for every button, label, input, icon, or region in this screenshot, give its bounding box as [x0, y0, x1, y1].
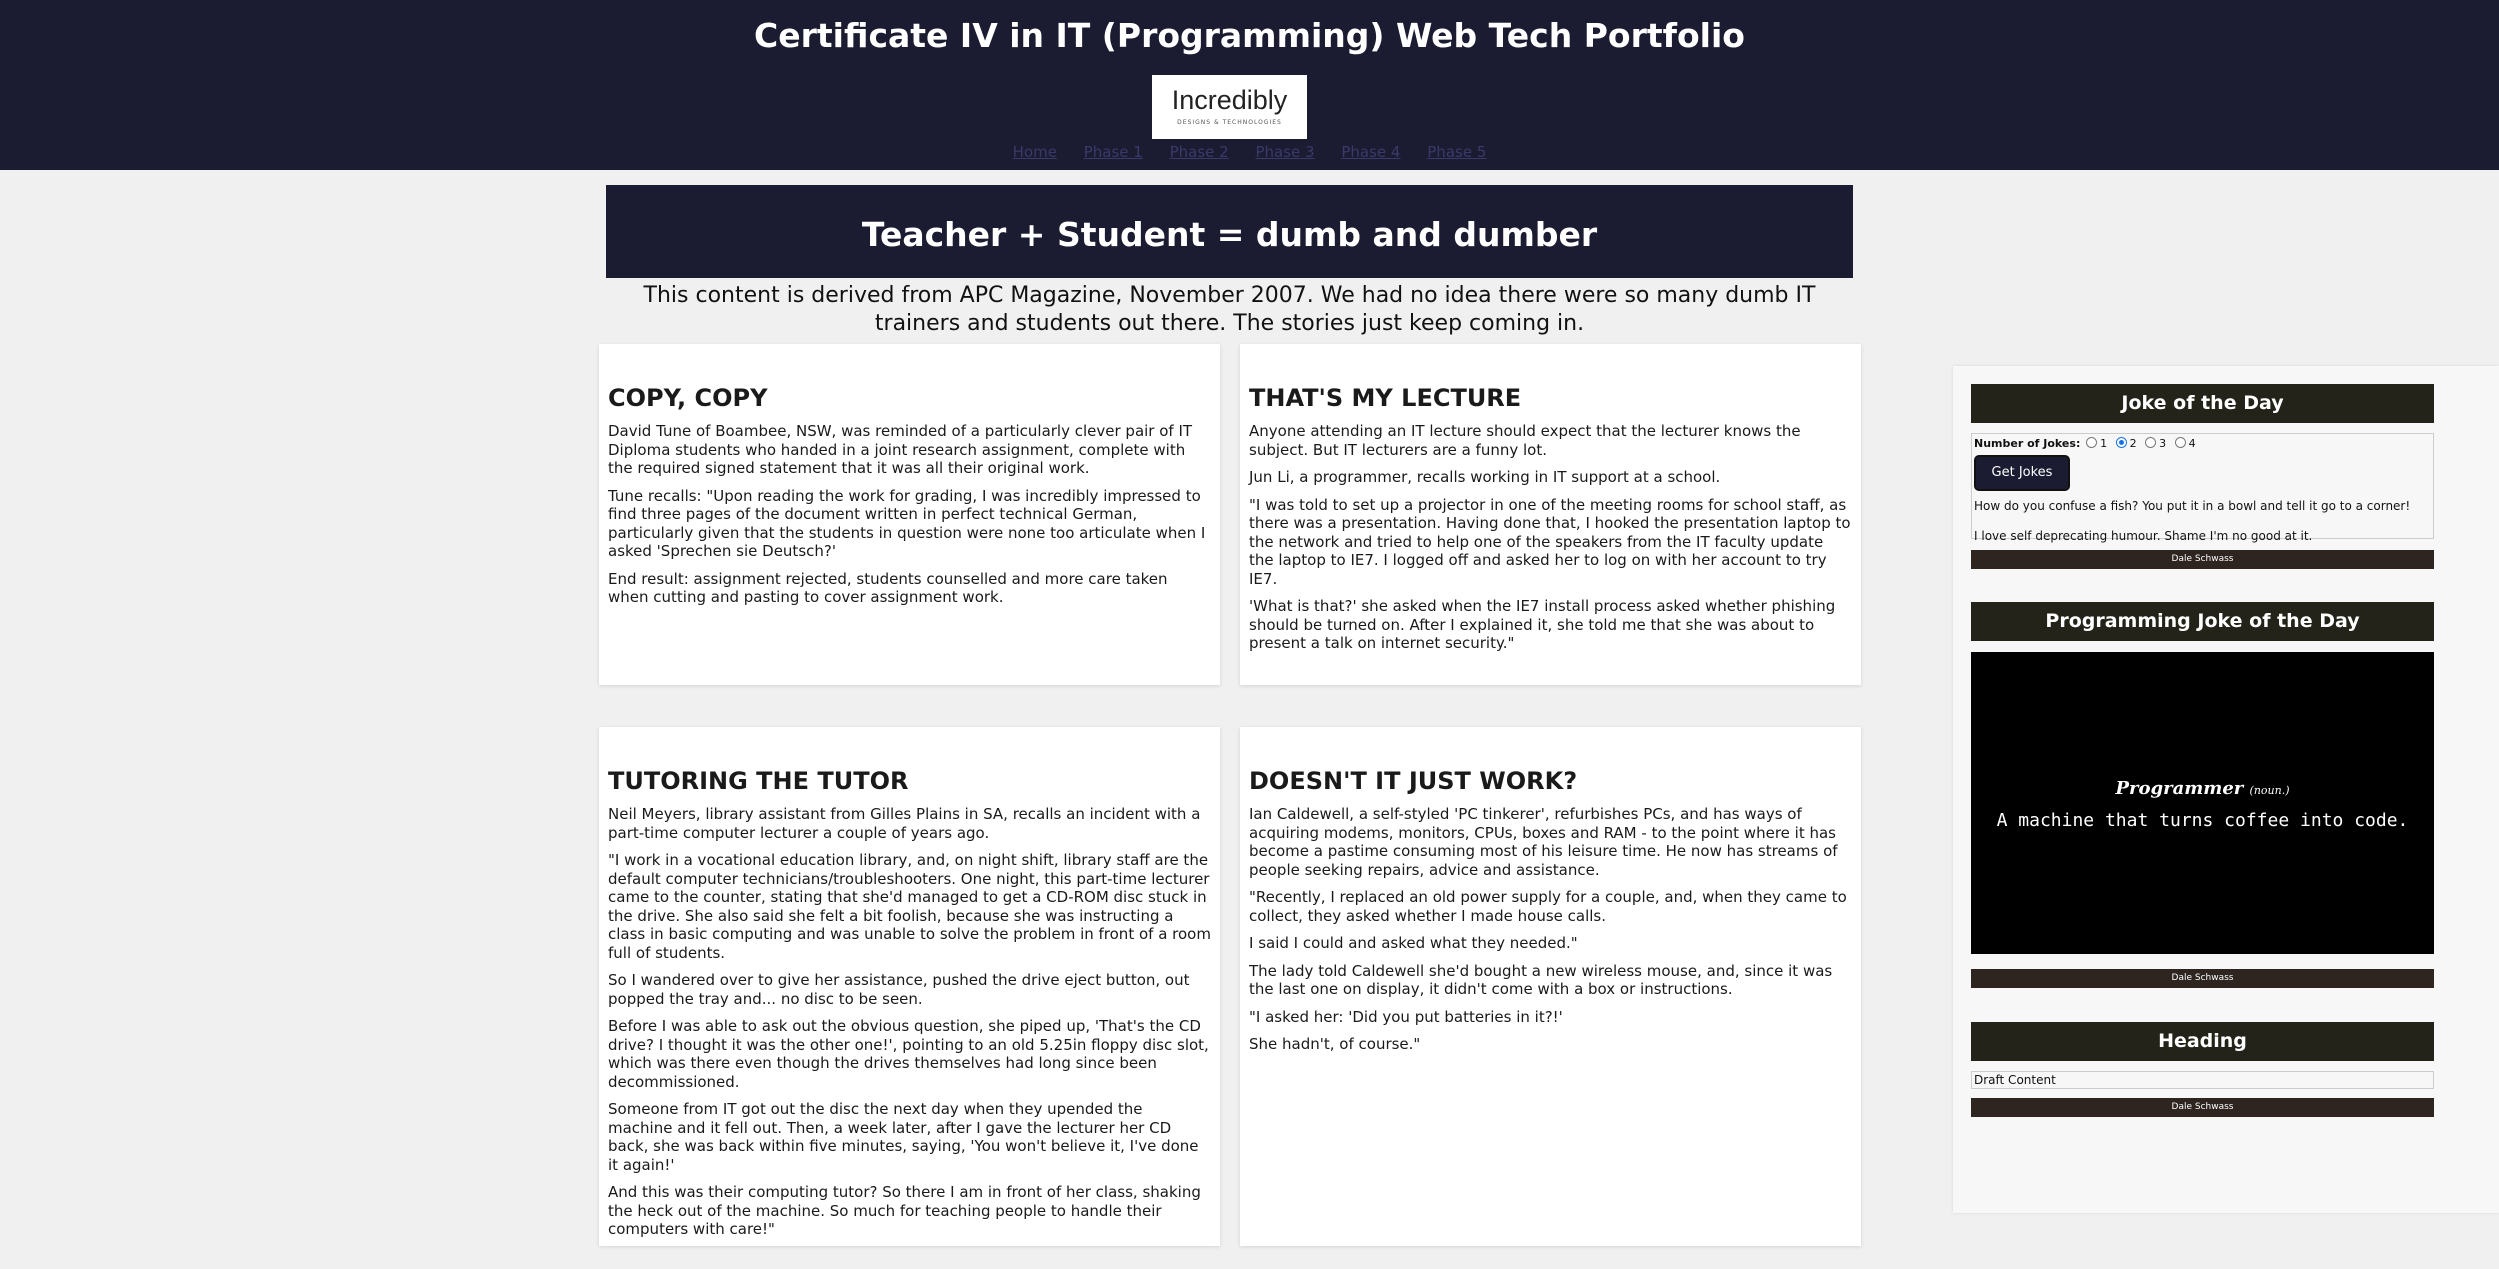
joke-count-option-1[interactable]: 1: [2084, 436, 2107, 451]
joke-count-options: 1 2 3 4: [2084, 436, 2199, 451]
story-paragraph: "I work in a vocational education librar…: [608, 851, 1211, 962]
nav-link-home[interactable]: Home: [1013, 143, 1057, 161]
nav-link-phase-4[interactable]: Phase 4: [1341, 143, 1400, 161]
page-intro: This content is derived from APC Magazin…: [643, 283, 1816, 336]
story-paragraph: Neil Meyers, library assistant from Gill…: [608, 805, 1201, 842]
prog-joke-term: Programmer: [2115, 778, 2244, 799]
prog-widget-footer: Dale Schwass: [1971, 969, 2434, 988]
story-heading: THAT'S MY LECTURE: [1249, 384, 1522, 412]
joke-count-label: Number of Jokes:: [1974, 437, 2081, 450]
joke-count-option-4[interactable]: 4: [2173, 436, 2196, 451]
site-title: Certificate IV in IT (Programming) Web T…: [754, 16, 1745, 55]
story-heading: DOESN'T IT JUST WORK?: [1249, 767, 1578, 795]
option-label: 3: [2159, 437, 2167, 450]
joke-text: I love self deprecating humour. Shame I'…: [1974, 529, 2313, 543]
page-title: Teacher + Student = dumb and dumber: [861, 215, 1598, 254]
radio-icon[interactable]: [2145, 437, 2157, 448]
story-paragraph: End result: assignment rejected, student…: [608, 569, 1168, 607]
option-label: 2: [2129, 437, 2137, 450]
story-paragraph: She hadn't, of course.": [1249, 1035, 1421, 1053]
story-heading: COPY, COPY: [608, 384, 768, 412]
option-label: 1: [2100, 437, 2108, 450]
nav-link-phase-2[interactable]: Phase 2: [1170, 143, 1229, 161]
story-paragraph: Anyone attending an IT lecture should ex…: [1249, 422, 1801, 459]
story-card-thats-my-lecture: THAT'S MY LECTURE Anyone attending an IT…: [1240, 344, 1861, 685]
story-paragraph: Jun Li, a programmer, recalls working in…: [1249, 468, 1721, 486]
page-hero: Teacher + Student = dumb and dumber: [606, 185, 1853, 278]
draft-widget-heading: Heading: [1971, 1022, 2434, 1061]
site-header: Certificate IV in IT (Programming) Web T…: [0, 0, 2499, 170]
radio-icon[interactable]: [2086, 437, 2098, 448]
get-jokes-button[interactable]: Get Jokes: [1974, 455, 2070, 491]
prog-widget-heading: Programming Joke of the Day: [1971, 602, 2434, 641]
story-paragraph: The lady told Caldewell she'd bought a n…: [1249, 961, 1833, 999]
story-paragraph: So I wandered over to give her assistanc…: [608, 971, 1190, 1008]
story-paragraph: "Recently, I replaced an old power suppl…: [1249, 888, 1847, 925]
sidebar: Joke of the Day Number of Jokes: 1 2 3 4…: [1953, 366, 2499, 1213]
prog-joke-word-type: (noun.): [2249, 784, 2290, 797]
joke-widget-body: Number of Jokes: 1 2 3 4 Get Jokes How d…: [1971, 433, 2434, 543]
story-paragraph: "I was told to set up a projector in one…: [1249, 495, 1851, 588]
site-logo[interactable]: Incredibly DESIGNS & TECHNOLOGIES: [1152, 75, 1307, 139]
story-paragraph: David Tune of Boambee, NSW, was reminded…: [608, 422, 1193, 477]
story-paragraph: "I asked her: 'Did you put batteries in …: [1249, 1007, 1563, 1026]
joke-form: Number of Jokes: 1 2 3 4 Get Jokes How d…: [1972, 434, 2433, 544]
prog-joke-definition: A machine that turns coffee into code.: [1996, 810, 2409, 831]
draft-widget-content: Draft Content: [1971, 1071, 2434, 1089]
story-card-copy-copy: COPY, COPY David Tune of Boambee, NSW, w…: [599, 344, 1220, 685]
story-paragraph: Tune recalls: "Upon reading the work for…: [608, 486, 1206, 561]
draft-widget-footer: Dale Schwass: [1971, 1098, 2434, 1117]
story-card-doesnt-it-just-work: DOESN'T IT JUST WORK? Ian Caldewell, a s…: [1240, 727, 1861, 1246]
joke-count-option-3[interactable]: 3: [2143, 436, 2166, 451]
joke-widget-heading: Joke of the Day: [1971, 384, 2434, 423]
story-paragraph: And this was their computing tutor? So t…: [608, 1183, 1201, 1238]
story-paragraph: 'What is that?' she asked when the IE7 i…: [1249, 597, 1836, 652]
prog-joke-word: Programmer (noun.): [1971, 778, 2434, 799]
joke-count-option-2[interactable]: 2: [2114, 436, 2137, 451]
story-card-tutoring-the-tutor: TUTORING THE TUTOR Neil Meyers, library …: [599, 727, 1220, 1246]
story-paragraph: Ian Caldewell, a self-styled 'PC tinkere…: [1249, 805, 1838, 879]
story-paragraph: I said I could and asked what they neede…: [1249, 934, 1578, 952]
nav-link-phase-3[interactable]: Phase 3: [1255, 143, 1314, 161]
joke-text: How do you confuse a fish? You put it in…: [1974, 499, 2411, 513]
nav-link-phase-1[interactable]: Phase 1: [1084, 143, 1143, 161]
logo-wordmark: Incredibly: [1171, 85, 1288, 115]
nav-link-phase-5[interactable]: Phase 5: [1427, 143, 1486, 161]
radio-icon[interactable]: [2174, 437, 2186, 448]
story-paragraph: Before I was able to ask out the obvious…: [608, 1017, 1209, 1091]
logo-tagline: DESIGNS & TECHNOLOGIES: [1177, 119, 1282, 126]
story-heading: TUTORING THE TUTOR: [608, 767, 909, 795]
option-label: 4: [2188, 437, 2196, 450]
joke-widget-footer: Dale Schwass: [1971, 550, 2434, 569]
main-nav: Home Phase 1 Phase 2 Phase 3 Phase 4 Pha…: [0, 142, 2499, 162]
story-paragraph: Someone from IT got out the disc the nex…: [608, 1100, 1199, 1174]
prog-joke-display: Programmer (noun.) A machine that turns …: [1971, 652, 2434, 954]
radio-selected-icon[interactable]: [2115, 437, 2127, 448]
